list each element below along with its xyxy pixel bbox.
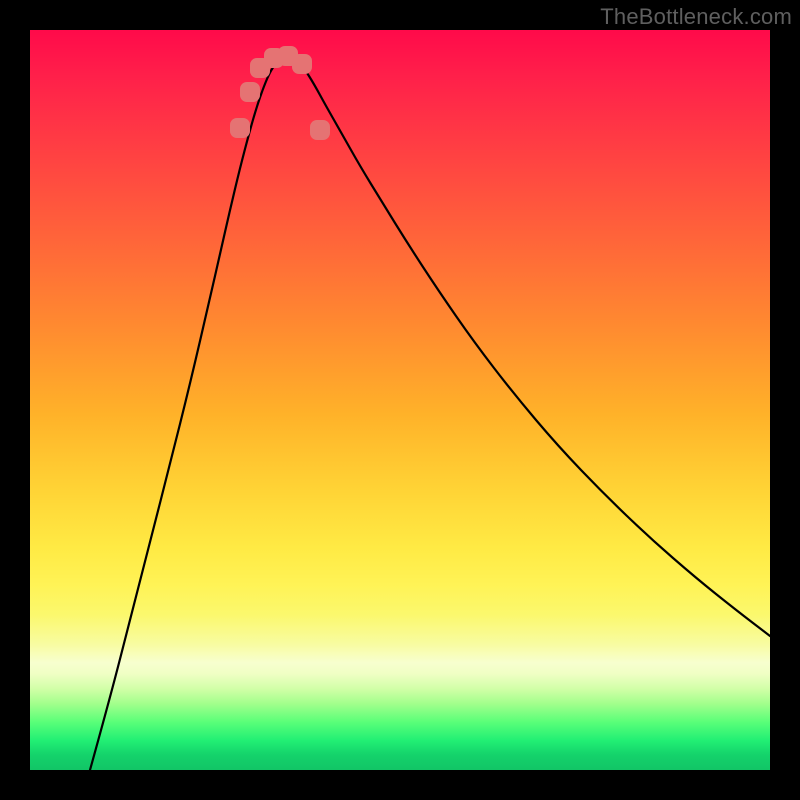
bottleneck-curve <box>90 57 770 770</box>
chart-frame <box>30 30 770 770</box>
watermark-text: TheBottleneck.com <box>600 4 792 30</box>
marker-2 <box>240 82 260 102</box>
chart-svg <box>30 30 770 770</box>
marker-1 <box>230 118 250 138</box>
marker-6 <box>292 54 312 74</box>
marker-7 <box>310 120 330 140</box>
marker-group <box>230 46 330 140</box>
